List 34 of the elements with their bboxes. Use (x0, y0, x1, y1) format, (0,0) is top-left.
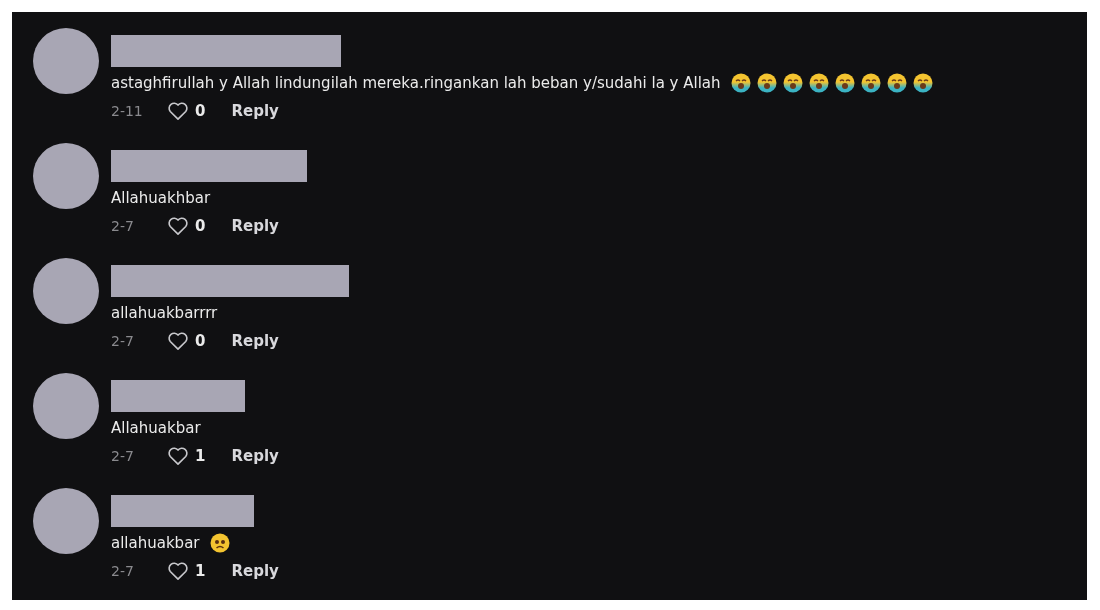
reply-link[interactable]: Reply (231, 217, 279, 235)
reply-link[interactable]: Reply (231, 102, 279, 120)
comment-date: 2-7 (111, 448, 135, 464)
comment-date: 2-11 (111, 103, 144, 119)
crying-face-icon (808, 73, 829, 93)
like-count: 0 (195, 102, 206, 120)
heart-icon[interactable] (167, 216, 189, 236)
comment-text: Allahuakhbar (111, 189, 211, 207)
frowning-face-icon (209, 533, 230, 553)
like-count: 1 (195, 562, 206, 580)
comment-date: 2-7 (111, 333, 135, 349)
comment-text: allahuakbarrrr (111, 304, 218, 322)
crying-face-icon (912, 73, 933, 93)
crying-face-icon (730, 73, 751, 93)
comment-date: 2-7 (111, 563, 135, 579)
heart-icon[interactable] (167, 561, 189, 581)
reply-link[interactable]: Reply (231, 447, 279, 465)
reply-link[interactable]: Reply (231, 332, 279, 350)
comment-text: allahuakbar (111, 534, 200, 552)
crying-face-icon (834, 73, 855, 93)
crying-face-icon (756, 73, 777, 93)
reply-link[interactable]: Reply (231, 562, 279, 580)
heart-icon[interactable] (167, 446, 189, 466)
heart-icon[interactable] (167, 101, 189, 121)
crying-face-icon (782, 73, 803, 93)
like-count: 1 (195, 447, 206, 465)
crying-face-icon (886, 73, 907, 93)
comment-text: Allahuakbar (111, 419, 201, 437)
heart-icon[interactable] (167, 331, 189, 351)
comment-text: astaghfirullah y Allah lindungilah mereka.ringankan lah beban y/sudahi la y Allah (111, 74, 721, 92)
like-count: 0 (195, 332, 206, 350)
like-count: 0 (195, 217, 206, 235)
crying-face-icon (860, 73, 881, 93)
comment-date: 2-7 (111, 218, 135, 234)
